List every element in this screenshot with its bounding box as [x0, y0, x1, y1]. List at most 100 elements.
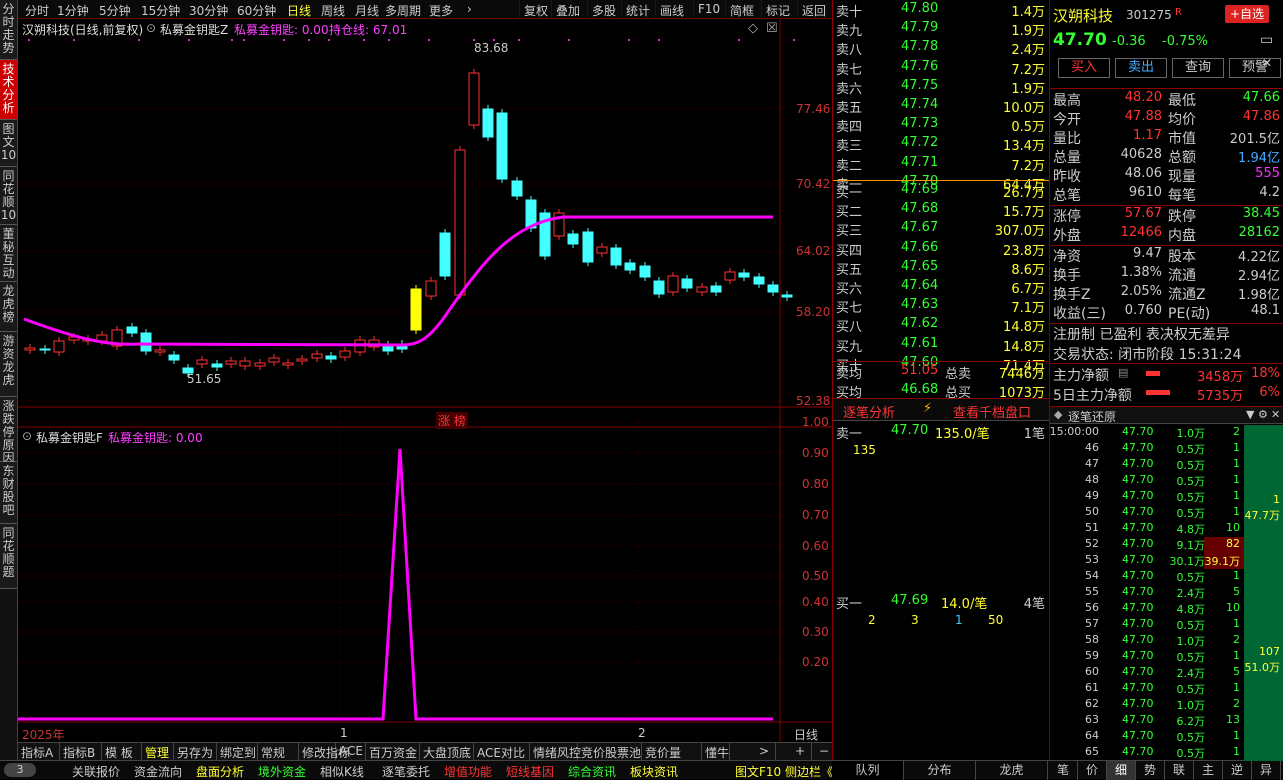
bid-price[interactable]: 47.65	[901, 259, 938, 274]
tick-tab-0[interactable]: 队列	[832, 761, 904, 780]
sub-dropdown-icon[interactable]: ⊙	[22, 429, 32, 443]
indicator-tab-10[interactable]: 大盘顶底	[420, 743, 474, 760]
period-tab-0[interactable]: 分时	[25, 2, 49, 19]
dock-icon[interactable]: ▭	[1260, 32, 1273, 48]
left-tab-4[interactable]: 董秘互动	[0, 225, 17, 282]
period-tab-8[interactable]: 月线	[355, 2, 379, 19]
view-depth-link[interactable]: 查看千档盘口	[953, 402, 1031, 421]
status-item-10[interactable]: 图文F10 侧边栏《	[735, 763, 833, 780]
bid-price[interactable]: 47.61	[901, 336, 938, 351]
kline-chart[interactable]	[18, 19, 832, 742]
left-tab-2[interactable]: 图文10	[0, 120, 17, 167]
ticks-filter-icon[interactable]: ▼	[1246, 408, 1254, 421]
bid-price[interactable]: 47.66	[901, 240, 938, 255]
toolbar-btn-5[interactable]: F10	[698, 2, 720, 16]
indicator-tab-control-1[interactable]: +	[792, 743, 812, 760]
indicator-tab-1[interactable]: 指标B	[60, 743, 102, 760]
period-tab-6[interactable]: 日线	[287, 2, 311, 19]
trade-button-3[interactable]: 预警	[1229, 58, 1281, 78]
right-tab-1[interactable]: 价	[1078, 761, 1107, 780]
right-tab-0[interactable]: 笔	[1049, 761, 1078, 780]
right-tab-6[interactable]: 逆	[1223, 761, 1252, 780]
indicator-tab-4[interactable]: 另存为	[174, 743, 217, 760]
tick-analysis-title[interactable]: 逐笔分析	[843, 402, 895, 421]
period-tab-3[interactable]: 15分钟	[141, 2, 180, 19]
indicator-tab-7[interactable]: 修改指标	[299, 743, 350, 760]
indicator-tab-15[interactable]: 懂牛	[702, 743, 730, 760]
indicator-dropdown-icon[interactable]: ⊙	[146, 21, 156, 35]
toolbar-btn-6[interactable]: 简框	[730, 2, 754, 19]
right-tab-5[interactable]: 主	[1194, 761, 1223, 780]
period-tab-9[interactable]: 多周期	[385, 2, 421, 19]
bid-price[interactable]: 47.63	[901, 297, 938, 312]
status-item-8[interactable]: 综合资讯	[568, 763, 616, 780]
status-item-9[interactable]: 板块资讯	[630, 763, 678, 780]
status-item-3[interactable]: 境外资金	[258, 763, 306, 780]
indicator-tab-11[interactable]: ACE对比	[474, 743, 530, 760]
indicator-name[interactable]: 私募金钥匙Z	[160, 21, 228, 38]
indicator-tab-12[interactable]: 情绪风控	[530, 743, 581, 760]
more-chevron-icon[interactable]: ›	[467, 2, 472, 16]
indicator-tab-3[interactable]: 管理	[142, 743, 174, 760]
right-tab-2[interactable]: 细	[1107, 761, 1136, 780]
flow-table-icon[interactable]: ▤	[1118, 366, 1128, 379]
bid-price[interactable]: 47.69	[901, 182, 938, 197]
left-tab-6[interactable]: 游资龙虎	[0, 332, 17, 397]
right-tab-3[interactable]: 势	[1136, 761, 1165, 780]
ask-price[interactable]: 47.79	[901, 20, 938, 35]
indicator-tab-9[interactable]: 百万资金	[366, 743, 420, 760]
indicator-tab-control-0[interactable]: >	[756, 743, 776, 760]
period-tab-10[interactable]: 更多	[429, 2, 453, 19]
period-tab-1[interactable]: 1分钟	[57, 2, 89, 19]
tick-tab-1[interactable]: 分布	[904, 761, 976, 780]
trade-button-0[interactable]: 买入	[1058, 58, 1110, 78]
status-item-1[interactable]: 资金流向	[134, 763, 182, 780]
indicator-tab-6[interactable]: 常规	[258, 743, 299, 760]
toolbar-btn-8[interactable]: 返回	[802, 2, 826, 19]
ask-price[interactable]: 47.75	[901, 78, 938, 93]
indicator-tab-8[interactable]: ACE	[336, 743, 366, 760]
toolbar-btn-2[interactable]: 多股	[592, 2, 616, 19]
ask-price[interactable]: 47.78	[901, 39, 938, 54]
status-item-5[interactable]: 逐笔委托	[382, 763, 430, 780]
period-tab-4[interactable]: 30分钟	[189, 2, 228, 19]
indicator-tab-5[interactable]: 绑定到	[217, 743, 258, 760]
left-tab-1[interactable]: 技术分析	[0, 60, 17, 120]
left-tab-3[interactable]: 同花顺10	[0, 167, 17, 225]
ticks-settings-icon[interactable]: ⚙	[1258, 408, 1268, 421]
status-item-7[interactable]: 短线基因	[506, 763, 554, 780]
right-tab-4[interactable]: 联	[1165, 761, 1194, 780]
ask-price[interactable]: 47.76	[901, 59, 938, 74]
left-tab-5[interactable]: 龙虎榜	[0, 282, 17, 332]
status-item-6[interactable]: 增值功能	[444, 763, 492, 780]
add-watchlist-button[interactable]: +自选	[1225, 5, 1269, 23]
indicator-tab-14[interactable]: 竞价量	[642, 743, 702, 760]
ticks-dropdown-icon[interactable]: ◆	[1054, 408, 1062, 421]
indicator-tab-13[interactable]: 竞价股票池	[578, 743, 642, 760]
ask-price[interactable]: 47.72	[901, 135, 938, 150]
toolbar-btn-1[interactable]: 叠加	[556, 2, 580, 19]
bid-price[interactable]: 47.64	[901, 278, 938, 293]
left-tab-9[interactable]: 同花顺题	[0, 524, 17, 589]
ask-price[interactable]: 47.73	[901, 116, 938, 131]
ticks-close-icon[interactable]: ✕	[1271, 408, 1280, 421]
bid-price[interactable]: 47.68	[901, 201, 938, 216]
left-tab-8[interactable]: 东财股吧	[0, 462, 17, 524]
trade-button-2[interactable]: 查询	[1172, 58, 1224, 78]
sub-indicator-name[interactable]: 私募金钥匙F	[36, 429, 103, 446]
period-tab-5[interactable]: 60分钟	[237, 2, 276, 19]
trade-button-1[interactable]: 卖出	[1115, 58, 1167, 78]
status-item-0[interactable]: 关联报价	[72, 763, 120, 780]
indicator-tab-0[interactable]: 指标A	[18, 743, 60, 760]
bid-price[interactable]: 47.67	[901, 220, 938, 235]
indicator-tab-2[interactable]: 模 板	[102, 743, 142, 760]
status-circle[interactable]: 3	[4, 763, 36, 777]
toolbar-btn-7[interactable]: 标记	[766, 2, 790, 19]
panel-settings-icon[interactable]: ◇	[748, 21, 758, 36]
ask-price[interactable]: 47.71	[901, 155, 938, 170]
toolbar-btn-4[interactable]: 画线	[660, 2, 684, 19]
ask-price[interactable]: 47.74	[901, 97, 938, 112]
limit-up-tag[interactable]: 涨 榜	[436, 412, 468, 429]
period-tab-2[interactable]: 5分钟	[99, 2, 131, 19]
left-tab-0[interactable]: 分时走势	[0, 0, 17, 60]
